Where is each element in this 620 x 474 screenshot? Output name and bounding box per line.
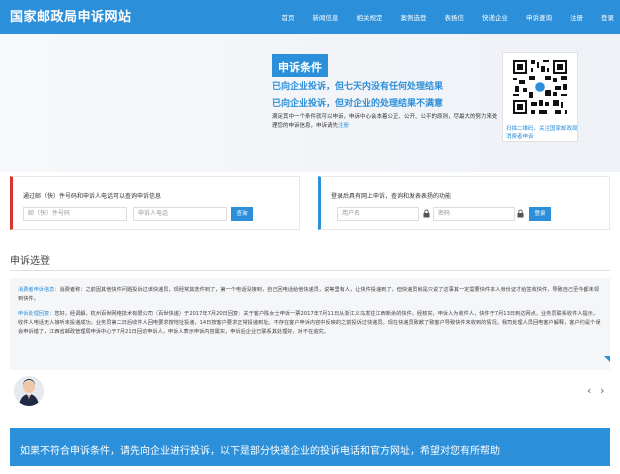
complaint-query-panel: 通过邮（快）件号码和申诉人电话可以查询申诉信息 邮（快）件号码 申诉人电话 查询 [10,176,300,230]
bottom-banner: 如果不符合申诉条件，请先向企业进行投诉，以下是部分快递企业的投诉电话和官方网址，… [10,428,610,466]
chevron-left-icon[interactable]: ‹ [587,384,591,397]
nav-cases[interactable]: 案例选登 [401,12,427,22]
section-divider [10,270,610,271]
nav-news[interactable]: 新闻信息 [313,12,339,22]
login-button[interactable]: 登录 [529,207,551,221]
tracking-number-input[interactable]: 邮（快）件号码 [23,207,127,221]
conditions-title-badge: 申诉条件 [272,54,328,77]
qr-code-icon [511,58,569,116]
lock-icon [517,209,524,218]
nav-home[interactable]: 首页 [282,12,295,22]
phone-input[interactable]: 申诉人电话 [133,207,227,221]
person-icon [14,376,44,406]
nav-companies[interactable]: 快递企业 [482,12,508,22]
login-panel-label: 登录后具有网上申诉，查询和发表表扬的功能 [331,193,452,200]
qr-caption: 扫描二维码，关注国家邮政局消费者申诉 [506,126,578,140]
nav-login[interactable]: 登录 [601,12,614,22]
password-input[interactable]: 密码 [433,207,515,221]
query-panel-label: 通过邮（快）件号码和申诉人电话可以查询申诉信息 [23,193,162,200]
avatar [14,376,44,406]
conditions-note-text: 满足其中一个条件就可以申诉，申诉中心会本着公正、公开、公平的原则，尽最大的努力来… [272,114,498,129]
conditions-note: 满足其中一个条件就可以申诉，申诉中心会本着公正、公开、公平的原则，尽最大的努力来… [272,113,498,131]
case-reply-text: 您好，经调解，杭州百世网络技术有限公司（百世快递）于2017年7月20日回复：关… [18,311,601,335]
lock-icon [423,209,430,218]
site-title[interactable]: 国家邮政局申诉网站 [10,6,132,25]
conditions-title: 申诉条件 [278,61,322,74]
main-nav: 首页 新闻信息 相关规定 案例选登 表扬信 快递企业 申诉查询 注册 登录 [264,12,615,22]
case-story: 消费者申诉信息：消费者称：之前因其他快件问题投诉过该快递员，现经常其迭件到了，第… [10,278,610,370]
banner-text: 如果不符合申诉条件，请先向企业进行投诉，以下是部分快递企业的投诉电话和官方网址，… [20,446,500,457]
query-button[interactable]: 查询 [231,207,253,221]
condition-2: 已向企业投诉，但对企业的处理结果不满意 [272,99,444,109]
nav-regulations[interactable]: 相关规定 [357,12,383,22]
username-input[interactable]: 用户名 [337,207,419,221]
nav-query[interactable]: 申诉查询 [526,12,552,22]
case-reply-tag: 申诉处理回复： [18,311,55,317]
section-title-cases: 申诉选登 [10,256,50,267]
nav-praise[interactable]: 表扬信 [445,12,465,22]
login-panel: 登录后具有网上申诉，查询和发表表扬的功能 用户名 密码 登录 [318,176,610,230]
case-complaint-paragraph: 消费者申诉信息：消费者称：之前因其他快件问题投诉过该快递员，现经常其迭件到了，第… [18,286,602,304]
chevron-right-icon[interactable]: › [600,384,604,397]
corner-mark [604,356,610,362]
case-reply-paragraph: 申诉处理回复：您好，经调解，杭州百世网络技术有限公司（百世快递）于2017年7月… [18,310,602,337]
condition-1: 已向企业投诉，但七天内没有任何处理结果 [272,82,444,92]
site-header: 国家邮政局申诉网站 首页 新闻信息 相关规定 案例选登 表扬信 快递企业 申诉查… [0,0,620,34]
nav-register[interactable]: 注册 [570,12,583,22]
register-link[interactable]: 注册 [338,123,349,129]
case-complaint-text: 消费者称：之前因其他快件问题投诉过该快递员，现经常其迭件到了，第一个电话没接到，… [18,287,600,302]
case-complaint-tag: 消费者申诉信息： [18,287,60,293]
